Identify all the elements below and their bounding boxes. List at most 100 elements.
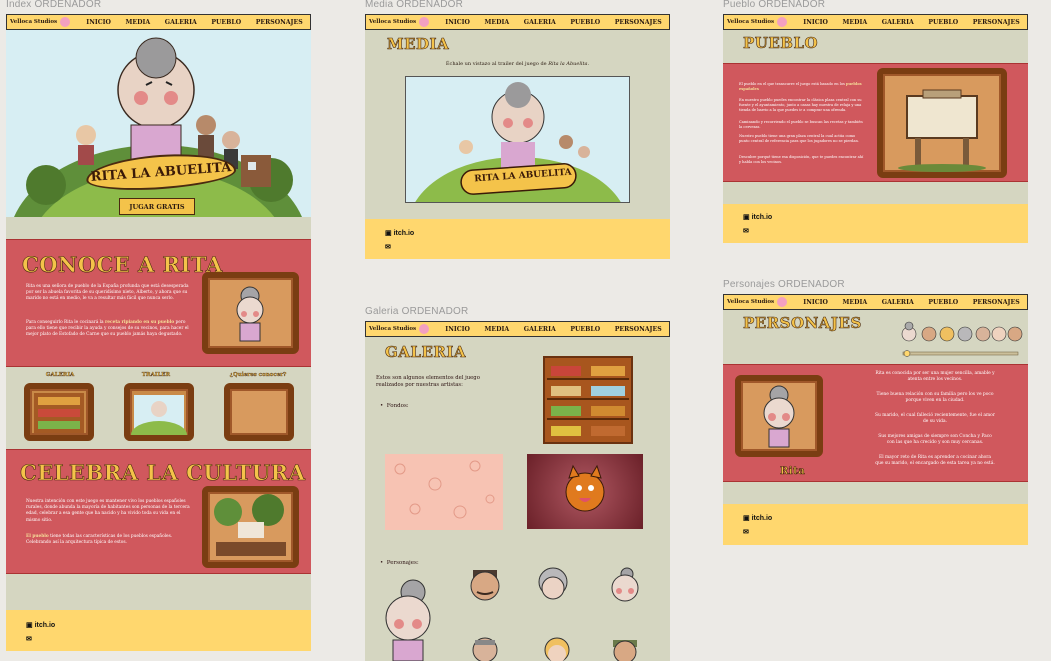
rita-p5: El mayor reto de Rita es aprender a coci… — [875, 455, 995, 467]
hero-banner: RITA LA ABUELITA JUGAR GRATIS — [6, 30, 311, 217]
conoce-paragraph-1: Rita es una señora de pueblo de la Españ… — [26, 284, 189, 302]
itch-icon: ▣ — [743, 515, 752, 522]
brand-name: Velloca Studios — [10, 19, 58, 25]
personajes-frame-label: Personajes ORDENADOR — [723, 279, 845, 290]
brand[interactable]: Velloca Studios — [7, 17, 79, 27]
nav-galeria[interactable]: GALERIA — [165, 19, 197, 26]
nav-inicio[interactable]: INICIO — [445, 19, 470, 26]
mail-icon[interactable]: ✉ — [743, 227, 749, 235]
recipe-link[interactable]: receta ripiando en su pueblo — [105, 320, 174, 325]
trailer-illustration — [415, 82, 621, 202]
nav-inicio[interactable]: INICIO — [803, 19, 828, 26]
mini-trailer-card[interactable] — [124, 383, 194, 441]
itch-link[interactable]: ▣ itch.io — [385, 229, 414, 237]
village-frame — [202, 486, 299, 568]
media-frame: Velloca Studios INICIO MEDIA GALERIA PUE… — [365, 14, 670, 259]
cultura-paragraph-1: Nuestra intención con este juego es mant… — [26, 499, 190, 523]
nav-personajes[interactable]: PERSONAJES — [973, 19, 1020, 26]
pueblo-p4: Nuestro pueblo tiene una gran plaza cent… — [739, 134, 859, 144]
rita-profile-section: Rita Rita es conocida por ser una mujer … — [723, 364, 1028, 482]
pueblo-section: El pueblo en el que transcurre el juego … — [723, 63, 1028, 182]
nav-bar: Velloca Studios INICIO MEDIA GALERIA PUE… — [723, 294, 1028, 310]
play-free-button[interactable]: JUGAR GRATIS — [119, 198, 195, 215]
nav-galeria[interactable]: GALERIA — [882, 299, 914, 306]
pueblo-frame-label: Pueblo ORDENADOR — [723, 0, 826, 10]
mini-trailer-label: TRAILER — [141, 372, 171, 378]
footer: ▣ itch.io ✉ — [6, 610, 311, 651]
nav-galeria[interactable]: GALERIA — [524, 19, 556, 26]
trailer-video[interactable]: RITA LA ABUELITA — [405, 76, 630, 203]
blonde-neighbor-portrait[interactable] — [537, 636, 577, 661]
pueblo-p1: El pueblo en el que transcurre el juego … — [739, 82, 862, 92]
itch-link[interactable]: ▣ itch.io — [743, 213, 772, 221]
nav-personajes[interactable]: PERSONAJES — [615, 19, 662, 26]
itch-icon: ▣ — [385, 230, 394, 237]
conoce-title: CONOCE A RITA — [22, 252, 223, 278]
nav-pueblo[interactable]: PUEBLO — [211, 19, 241, 26]
mini-galeria-card[interactable] — [24, 383, 94, 441]
media-title: MEDIA — [387, 35, 450, 54]
neighbor-man-portrait[interactable] — [465, 566, 505, 606]
cat-artwork[interactable] — [527, 454, 643, 529]
brand[interactable]: Velloca Studios — [724, 297, 796, 307]
pueblo-link[interactable]: El pueblo — [26, 534, 49, 539]
nav-galeria[interactable]: GALERIA — [882, 19, 914, 26]
media-frame-label: Media ORDENADOR — [365, 0, 464, 10]
pattern-illustration — [394, 460, 495, 519]
rita-large-portrait[interactable] — [373, 576, 443, 661]
conoce-paragraph-2: Para conseguirlo Rita le cocinará la rec… — [26, 320, 189, 338]
nav-inicio[interactable]: INICIO — [86, 19, 111, 26]
nav-inicio[interactable]: INICIO — [803, 299, 828, 306]
nav-pueblo[interactable]: PUEBLO — [570, 326, 600, 333]
rita-profile-portrait — [763, 385, 795, 448]
character-carousel[interactable] — [899, 320, 1024, 360]
index-frame: Velloca Studios INICIO MEDIA GALERIA PUE… — [6, 14, 311, 651]
concha-portrait[interactable] — [533, 566, 573, 606]
galeria-frame-label: Galeria ORDENADOR — [365, 306, 469, 317]
personajes-frame: Velloca Studios INICIO MEDIA GALERIA PUE… — [723, 294, 1028, 545]
game-title: RITA LA ABUELITA — [90, 159, 232, 185]
nav-media[interactable]: MEDIA — [485, 19, 510, 26]
nav-media[interactable]: MEDIA — [126, 19, 151, 26]
nav-pueblo[interactable]: PUEBLO — [570, 19, 600, 26]
cultura-title: CELEBRA LA CULTURA — [20, 460, 306, 486]
nav-galeria[interactable]: GALERIA — [524, 326, 556, 333]
shelf-artwork[interactable] — [543, 356, 633, 444]
brand[interactable]: Velloca Studios — [366, 17, 438, 27]
pattern-background-artwork[interactable] — [385, 454, 503, 530]
mail-icon[interactable]: ✉ — [26, 635, 32, 643]
pueblo-p2: En nuestro pueblo puedes encontrar la cl… — [739, 98, 862, 113]
nav-bar: Velloca Studios INICIO MEDIA GALERIA PUE… — [365, 321, 670, 337]
pueblo-p5: Descubre porqué tiene esa disposición, q… — [739, 155, 864, 165]
brand[interactable]: Velloca Studios — [366, 324, 438, 334]
mail-icon[interactable]: ✉ — [385, 243, 391, 251]
nav-personajes[interactable]: PERSONAJES — [973, 299, 1020, 306]
mail-icon[interactable]: ✉ — [743, 528, 749, 536]
brand[interactable]: Velloca Studios — [724, 17, 796, 27]
capped-man-portrait[interactable] — [605, 636, 645, 661]
cultura-paragraph-2: El pueblo tiene todas las característica… — [26, 534, 173, 546]
nav-bar: Velloca Studios INICIO MEDIA GALERIA PUE… — [365, 14, 670, 30]
nav-media[interactable]: MEDIA — [485, 326, 510, 333]
nav-inicio[interactable]: INICIO — [445, 326, 470, 333]
itch-link[interactable]: ▣ itch.io — [26, 621, 55, 629]
paco-portrait[interactable] — [465, 636, 505, 661]
mini-conocer-card[interactable] — [224, 383, 294, 441]
rita-p2: Tiene buena relación con su familia pero… — [876, 392, 994, 404]
shelf-illustration — [547, 366, 629, 436]
galeria-title: GALERIA — [385, 343, 467, 362]
nav-media[interactable]: MEDIA — [843, 19, 868, 26]
rita-small-portrait[interactable] — [605, 566, 645, 606]
pueblo-title: PUEBLO — [743, 34, 819, 53]
cultura-section: CELEBRA LA CULTURA Nuestra intención con… — [6, 449, 311, 574]
itch-icon: ▣ — [26, 622, 35, 629]
itch-link[interactable]: ▣ itch.io — [743, 514, 772, 522]
signpost-frame — [877, 68, 1007, 178]
nav-personajes[interactable]: PERSONAJES — [615, 326, 662, 333]
footer: ▣ itch.io ✉ — [365, 219, 670, 259]
nav-pueblo[interactable]: PUEBLO — [928, 19, 958, 26]
nav-personajes[interactable]: PERSONAJES — [256, 19, 303, 26]
galeria-intro: Estos son algunos elementos del juego re… — [376, 375, 480, 389]
nav-media[interactable]: MEDIA — [843, 299, 868, 306]
nav-pueblo[interactable]: PUEBLO — [928, 299, 958, 306]
